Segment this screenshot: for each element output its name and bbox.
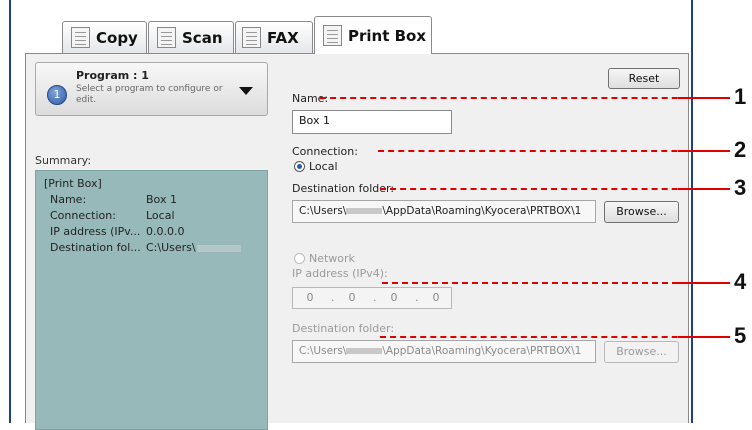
summary-value: Box 1 xyxy=(146,193,177,206)
summary-row: Connection: Local xyxy=(44,209,259,225)
program-number-badge: 1 xyxy=(47,85,67,105)
callout-number-3: 3 xyxy=(734,175,747,200)
summary-value: C:\Users\ xyxy=(146,241,241,254)
callout-number-4: 4 xyxy=(734,269,747,294)
program-title: Program : 1 xyxy=(76,69,149,82)
scan-icon xyxy=(157,27,176,48)
tab-print-box[interactable]: Print Box xyxy=(314,16,432,54)
summary-key: Connection: xyxy=(50,209,116,222)
callout-number-5: 5 xyxy=(734,323,747,348)
destination-folder-label: Destination folder: xyxy=(292,182,395,195)
copy-icon xyxy=(71,27,90,48)
application-window: Copy Scan FAX Print Box 1 Program : 1 Se… xyxy=(11,0,691,430)
summary-value: 0.0.0.0 xyxy=(146,225,185,238)
callout-line-4 xyxy=(382,282,730,284)
ip-address-field[interactable]: 0 . 0 . 0 . 0 xyxy=(292,287,452,309)
callout-number-2: 2 xyxy=(734,137,747,162)
tab-scan[interactable]: Scan xyxy=(148,21,234,53)
summary-row: IP address (IPv... 0.0.0.0 xyxy=(44,225,259,241)
redacted-blur xyxy=(346,208,383,214)
summary-title: [Print Box] xyxy=(44,177,102,190)
fax-icon xyxy=(242,27,261,48)
summary-key: IP address (IPv... xyxy=(50,225,141,238)
name-field[interactable]: Box 1 xyxy=(292,110,452,134)
callout-line-2 xyxy=(378,150,730,152)
tab-print-box-label: Print Box xyxy=(348,26,427,45)
tab-copy-label: Copy xyxy=(96,28,138,47)
program-selector[interactable]: 1 Program : 1 Select a program to config… xyxy=(35,62,268,116)
destination-folder-2-label: Destination folder: xyxy=(292,322,395,335)
window-border-right xyxy=(691,0,693,423)
redacted-blur xyxy=(196,244,241,252)
destination-folder-2-path[interactable]: C:\Users\ \AppData\Roaming\Kyocera\PRTBOX… xyxy=(292,340,596,363)
screenshot-root: Copy Scan FAX Print Box 1 Program : 1 Se… xyxy=(0,0,752,430)
program-hint: Select a program to configure or edit. xyxy=(76,84,223,105)
summary-row: Name: Box 1 xyxy=(44,193,259,209)
connection-label: Connection: xyxy=(292,145,358,158)
callout-line-5 xyxy=(380,336,730,338)
tab-fax-label: FAX xyxy=(267,28,299,47)
summary-row: Destination fol... C:\Users\ xyxy=(44,241,259,257)
print-box-icon xyxy=(323,25,342,46)
ip-address-label: IP address (IPv4): xyxy=(292,267,388,280)
browse-button[interactable]: Browse... xyxy=(604,201,679,223)
summary-key: Name: xyxy=(50,193,87,206)
summary-label: Summary: xyxy=(35,154,92,167)
network-radio-label: Network xyxy=(309,252,355,265)
callout-number-1: 1 xyxy=(734,84,747,109)
local-radio-label: Local xyxy=(309,160,338,173)
callout-line-3 xyxy=(380,188,730,190)
summary-value: Local xyxy=(146,209,175,222)
tab-copy[interactable]: Copy xyxy=(62,21,147,53)
local-radio[interactable] xyxy=(294,161,305,172)
print-box-panel: 1 Program : 1 Select a program to config… xyxy=(25,53,689,430)
callout-line-1 xyxy=(320,97,730,99)
browse-button-2[interactable]: Browse... xyxy=(604,341,679,363)
reset-button[interactable]: Reset xyxy=(608,68,680,89)
redacted-blur xyxy=(346,348,383,354)
summary-key: Destination fol... xyxy=(50,241,141,254)
summary-box: [Print Box] Name: Box 1 Connection: Loca… xyxy=(35,170,268,430)
tab-scan-label: Scan xyxy=(182,28,223,47)
tab-fax[interactable]: FAX xyxy=(235,21,313,53)
network-radio[interactable] xyxy=(294,253,305,264)
chevron-down-icon[interactable] xyxy=(239,87,253,95)
destination-folder-path[interactable]: C:\Users\ \AppData\Roaming\Kyocera\PRTBOX… xyxy=(292,200,596,223)
